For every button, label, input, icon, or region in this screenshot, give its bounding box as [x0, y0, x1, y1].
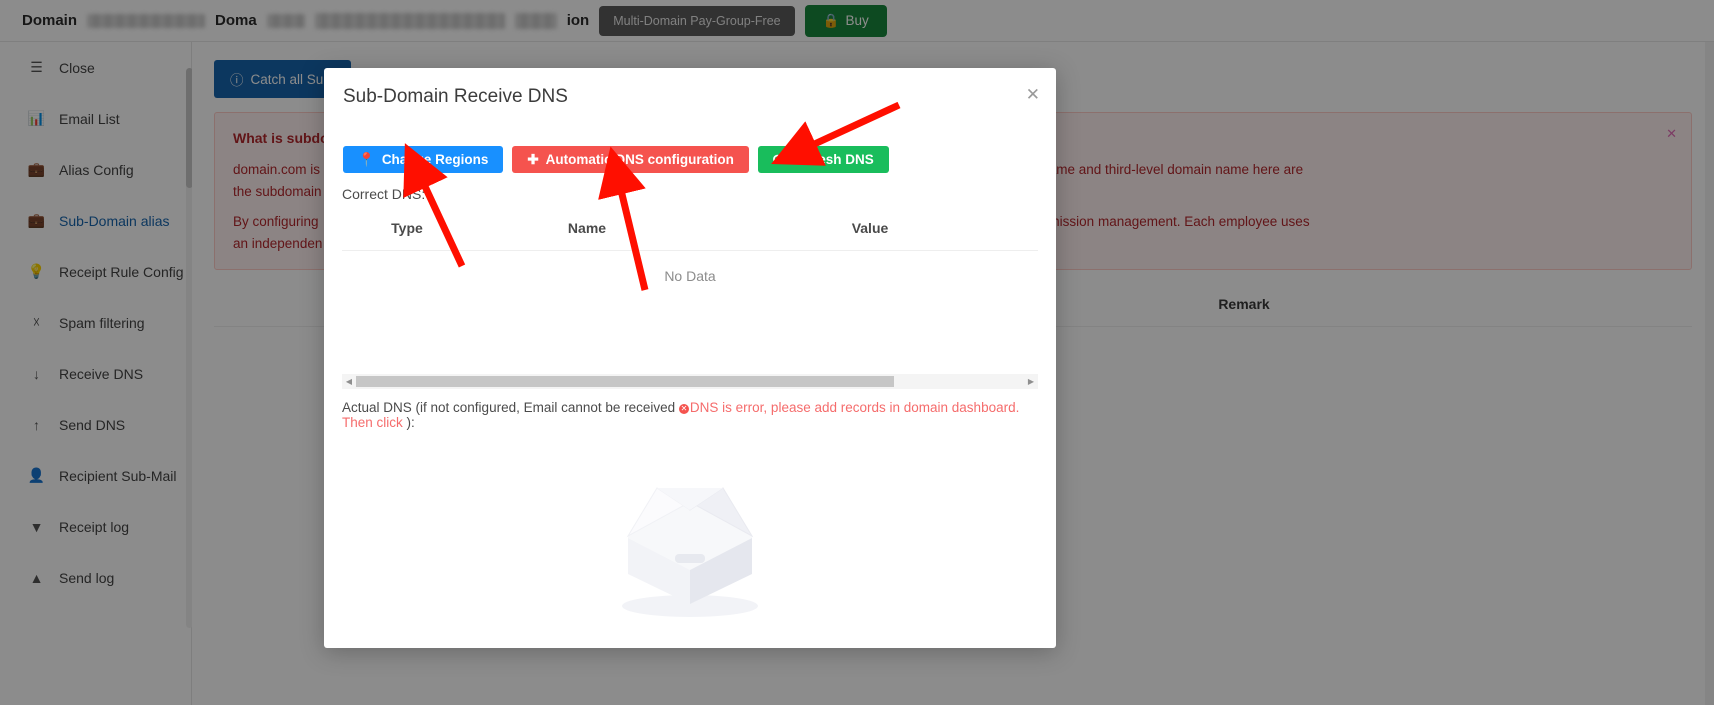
empty-state: DNS record is error, please add records … [324, 458, 1056, 648]
plus-circle-icon: ✚ [527, 151, 539, 167]
column-header-value: Value [851, 220, 889, 236]
scroll-left-arrow-icon[interactable]: ◀ [342, 377, 356, 386]
dialog-action-buttons: 📍 Change Regions ✚ Automatic DNS configu… [343, 146, 889, 173]
empty-box-icon [622, 487, 758, 617]
actual-dns-suffix: ): [406, 415, 415, 430]
actual-dns-prefix: Actual DNS (if not configured, Email can… [342, 400, 679, 415]
location-pin-icon: 📍 [358, 151, 375, 167]
scroll-right-arrow-icon[interactable]: ▶ [1024, 377, 1038, 386]
close-icon[interactable]: ✕ [1026, 86, 1040, 103]
change-regions-label: Change Regions [381, 152, 489, 167]
error-circle-icon: ✕ [678, 404, 689, 414]
change-regions-button[interactable]: 📍 Change Regions [343, 146, 504, 173]
automatic-dns-label: Automatic DNS configuration [545, 152, 734, 167]
refresh-dns-button[interactable]: ⟳ Refresh DNS [757, 146, 889, 173]
refresh-dns-label: Refresh DNS [791, 152, 874, 167]
column-header-name: Name [567, 220, 607, 236]
refresh-icon: ⟳ [772, 151, 785, 167]
column-header-type: Type [391, 220, 423, 236]
correct-dns-table-header: Type Name Value [342, 220, 1038, 251]
correct-dns-table-scrollbar[interactable]: ◀ ▶ [342, 374, 1038, 389]
dialog-title: Sub-Domain Receive DNS [343, 86, 568, 107]
automatic-dns-configuration-button[interactable]: ✚ Automatic DNS configuration [512, 146, 749, 173]
scrollbar-thumb[interactable] [356, 376, 894, 387]
correct-dns-label: Correct DNS: [342, 186, 426, 202]
actual-dns-description: Actual DNS (if not configured, Email can… [342, 400, 1042, 430]
no-data-text: No Data [664, 268, 716, 284]
sub-domain-receive-dns-dialog: Sub-Domain Receive DNS ✕ 📍 Change Region… [324, 68, 1056, 648]
